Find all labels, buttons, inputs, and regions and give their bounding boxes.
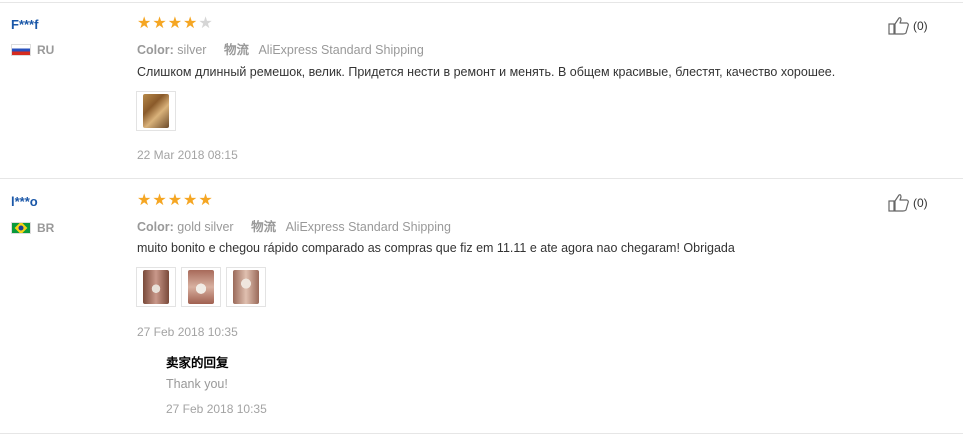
photo-image [143,270,169,304]
star-empty-icon: ★ [198,15,213,32]
review-photo-thumbnail[interactable] [136,91,176,131]
country-code: BR [37,221,55,235]
reviewer-country: RU [11,43,54,57]
bottom-divider [0,433,963,434]
review-photo-thumbnail[interactable] [226,267,266,307]
star-rating: ★ ★ ★ ★ ★ [137,193,213,209]
color-label: Color: [137,43,174,57]
country-code: RU [37,43,55,57]
review-photos [136,91,176,131]
star-icon: ★ [167,15,183,32]
review-photos [136,267,266,307]
order-info: Color: silver 物流 AliExpress Standard Shi… [137,39,424,58]
star-icon: ★ [183,15,198,32]
photo-image [233,270,259,304]
color-value: gold silver [177,220,234,234]
brazil-flag-icon [11,222,31,234]
photo-image [143,94,169,128]
like-count: (0) [913,19,928,33]
review-date: 27 Feb 2018 10:35 [137,325,238,339]
star-icon: ★ [152,192,167,209]
color-value: silver [177,43,207,57]
review-divider [0,178,963,179]
star-icon: ★ [137,192,152,209]
review-photo-thumbnail[interactable] [136,267,176,307]
reviewer-name[interactable]: l***o [11,194,38,209]
star-icon: ★ [137,15,152,32]
shipping-value: AliExpress Standard Shipping [258,43,424,57]
top-divider [0,2,963,3]
review-photo-thumbnail[interactable] [181,267,221,307]
star-icon: ★ [198,192,213,209]
seller-reply-date: 27 Feb 2018 10:35 [166,402,267,416]
shipping-label: 物流 [251,220,277,234]
reviewer-name[interactable]: F***f [11,17,38,32]
star-icon: ★ [152,15,167,32]
thumbs-up-icon [888,194,909,212]
review-text: muito bonito e chegou rápido comparado a… [137,241,735,255]
review-date: 22 Mar 2018 08:15 [137,148,238,162]
seller-reply-title: 卖家的回复 [166,356,229,370]
like-count: (0) [913,196,928,210]
thumbs-up-icon [888,17,909,35]
russia-flag-icon [11,44,31,56]
star-icon: ★ [167,192,183,209]
reviewer-country: BR [11,221,54,235]
seller-reply-text: Thank you! [166,377,228,391]
star-icon: ★ [183,192,198,209]
like-button[interactable]: (0) [888,193,928,213]
color-label: Color: [137,220,174,234]
photo-image [188,270,214,304]
shipping-value: AliExpress Standard Shipping [285,220,451,234]
review-text: Слишком длинный ремешок, велик. Придется… [137,65,836,79]
order-info: Color: gold silver 物流 AliExpress Standar… [137,216,451,235]
star-rating: ★ ★ ★ ★ ★ [137,16,213,32]
like-button[interactable]: (0) [888,16,928,36]
shipping-label: 物流 [223,43,249,57]
